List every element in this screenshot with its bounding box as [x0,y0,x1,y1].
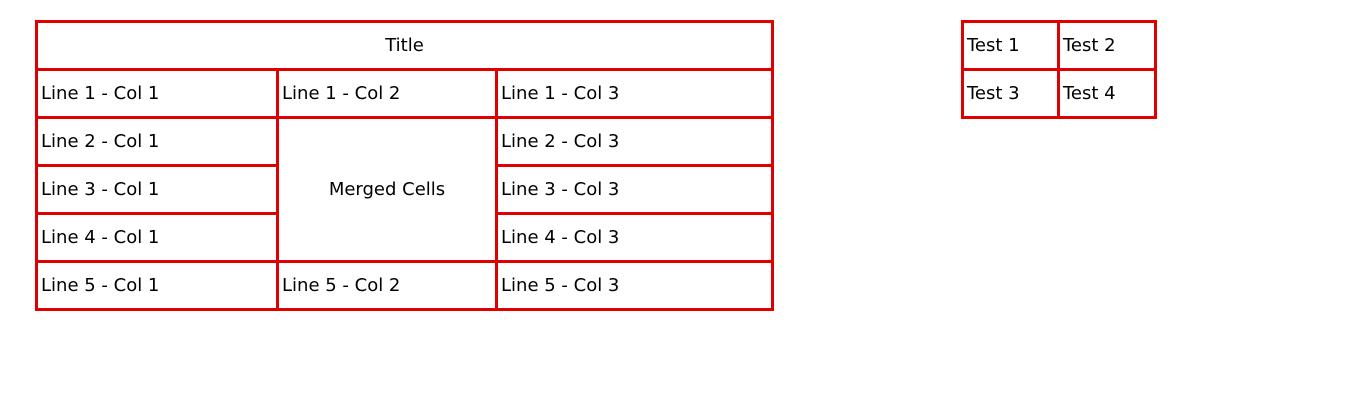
table-row: Test 1 Test 2 [961,20,1157,71]
table-cell: Test 1 [961,20,1060,71]
table-cell: Test 4 [1057,68,1157,119]
side-table: Test 1 Test 2 Test 3 Test 4 [961,20,1157,119]
table-row: Line 5 - Col 1 Line 5 - Col 2 Line 5 - C… [35,260,774,311]
table-cell: Line 5 - Col 3 [495,260,774,311]
table-cell: Test 2 [1057,20,1157,71]
table-cell: Line 4 - Col 1 [35,212,279,263]
table-cell: Line 1 - Col 3 [495,68,774,119]
table-row: Test 3 Test 4 [961,68,1157,119]
table-cell: Line 5 - Col 1 [35,260,279,311]
main-table: Title Line 1 - Col 1 Line 1 - Col 2 Line… [35,20,774,311]
table-cell: Line 3 - Col 1 [35,164,279,215]
table-row: Line 2 - Col 1 Merged Cells Line 2 - Col… [35,116,774,263]
table-title-row: Title [35,20,774,71]
table-cell: Line 5 - Col 2 [276,260,498,311]
table-cell: Line 2 - Col 1 [35,116,279,167]
table-cell: Line 4 - Col 3 [495,212,774,263]
table-cell: Line 1 - Col 1 [35,68,279,119]
table-cell: Line 2 - Col 3 [495,116,774,167]
table-row: Line 1 - Col 1 Line 1 - Col 2 Line 1 - C… [35,68,774,119]
table-cell: Line 3 - Col 3 [495,164,774,215]
table-cell: Test 3 [961,68,1060,119]
table-title-cell: Title [35,20,774,71]
merged-cell: Merged Cells [276,116,498,263]
table-cell: Line 1 - Col 2 [276,68,498,119]
